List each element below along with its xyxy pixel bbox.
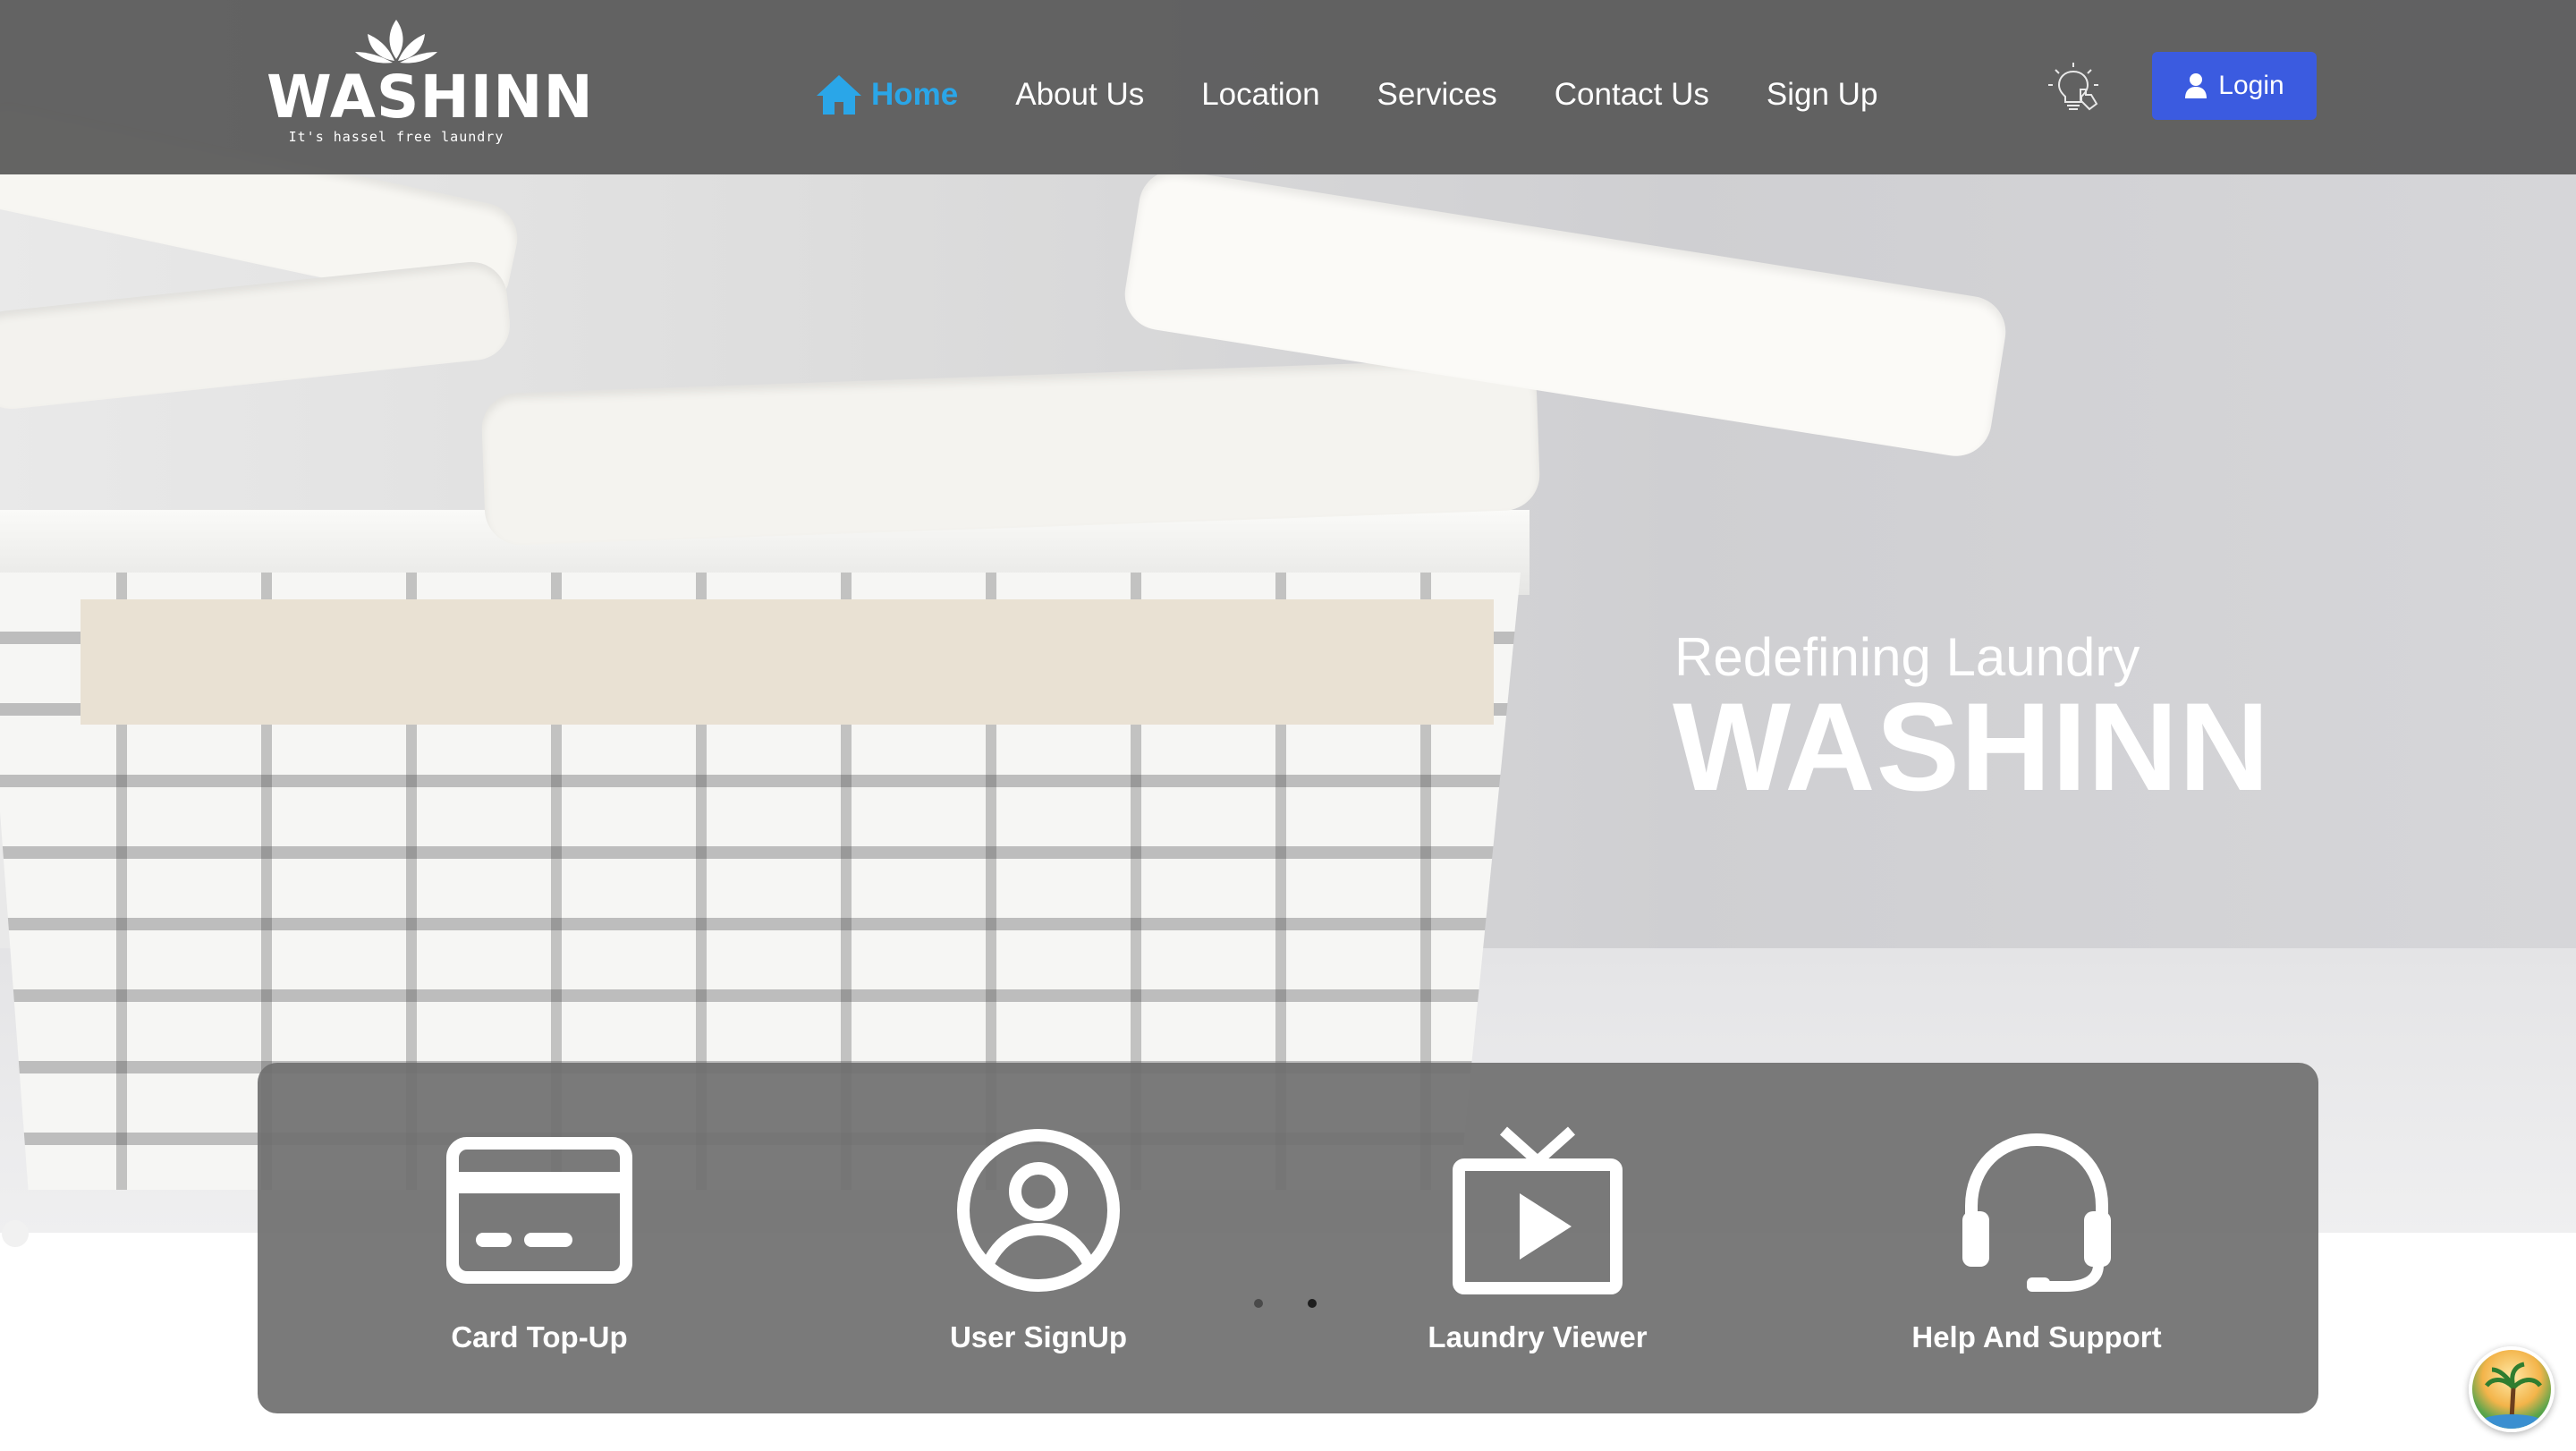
- towel: [0, 258, 514, 413]
- credit-card-icon: [446, 1137, 632, 1284]
- carousel-dot-1[interactable]: [1254, 1299, 1263, 1308]
- service-help-and-support[interactable]: Help And Support: [1858, 1125, 2216, 1354]
- login-button[interactable]: Login: [2152, 52, 2317, 120]
- palm-tree-icon: [2481, 1362, 2542, 1429]
- service-label: Help And Support: [1911, 1320, 2162, 1353]
- nav-item-label: Services: [1377, 77, 1497, 112]
- headset-icon: [1962, 1133, 2111, 1292]
- lotus-icon: [355, 20, 437, 64]
- hero-background-image: [0, 0, 2576, 1233]
- carousel-dots: [1254, 1299, 1361, 1308]
- basket-towels: [80, 599, 1494, 725]
- user-circle-icon: [957, 1129, 1120, 1292]
- login-label: Login: [2218, 71, 2284, 100]
- top-navbar: WASHINN It's hassel free laundry Home Ab…: [0, 0, 2576, 174]
- hero-title: WASHINN: [1673, 676, 2271, 817]
- nav-item-home[interactable]: Home: [814, 72, 958, 117]
- brand-logo[interactable]: WASHINN It's hassel free laundry: [267, 16, 594, 157]
- nav-item-label: About Us: [1015, 77, 1145, 112]
- tv-play-icon: [1453, 1126, 1623, 1294]
- nav-item-label: Sign Up: [1766, 77, 1878, 112]
- nav-item-about-us[interactable]: About Us: [1015, 77, 1144, 113]
- service-user-signup[interactable]: User SignUp: [860, 1125, 1217, 1354]
- nav-item-sign-up[interactable]: Sign Up: [1767, 77, 1878, 113]
- brand-tagline: It's hassel free laundry: [288, 129, 504, 145]
- service-laundry-viewer[interactable]: Laundry Viewer: [1359, 1125, 1716, 1354]
- service-card-top-up[interactable]: Card Top-Up: [360, 1125, 718, 1354]
- floating-avatar-button[interactable]: [2469, 1346, 2555, 1432]
- nav-item-services[interactable]: Services: [1377, 77, 1497, 113]
- nav-item-label: Contact Us: [1554, 77, 1709, 112]
- service-label: User SignUp: [949, 1320, 1128, 1353]
- home-icon: [817, 75, 861, 115]
- brand-name: WASHINN: [267, 63, 594, 132]
- nav-item-location[interactable]: Location: [1201, 77, 1319, 113]
- services-panel: Card Top-Up User SignUp Laundry Viewer H…: [258, 1063, 2318, 1413]
- carousel-dot-2[interactable]: [1308, 1299, 1317, 1308]
- user-icon: [2185, 73, 2207, 98]
- nav-item-label: Location: [1201, 77, 1320, 112]
- service-label: Laundry Viewer: [1428, 1320, 1648, 1353]
- nav-item-contact-us[interactable]: Contact Us: [1555, 77, 1709, 113]
- service-label: Card Top-Up: [451, 1320, 628, 1353]
- scroll-indicator: [2, 1220, 29, 1247]
- main-nav: Home About Us Location Services Contact …: [814, 68, 1935, 122]
- lightbulb-icon[interactable]: [2045, 59, 2102, 116]
- nav-item-label: Home: [871, 77, 959, 112]
